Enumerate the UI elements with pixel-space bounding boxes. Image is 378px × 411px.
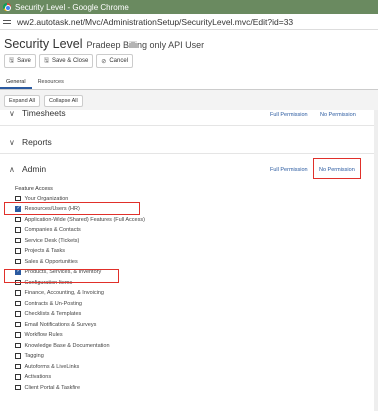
feature-label: Autoforms & LiveLinks <box>24 363 80 370</box>
feature-checkbox[interactable] <box>15 237 21 244</box>
feature-label: Your Organization <box>24 195 69 202</box>
feature-row[interactable]: Projects & Tasks <box>15 247 65 256</box>
feature-label: Knowledge Base & Documentation <box>24 342 110 349</box>
cancel-button[interactable]: ⊘ Cancel <box>96 54 134 68</box>
feature-checkbox[interactable] <box>15 248 21 254</box>
feature-row[interactable]: Contracts & Un-Posting <box>15 299 82 308</box>
chevron-down-icon[interactable]: ∨ <box>9 138 15 147</box>
feature-checkbox[interactable] <box>15 216 21 223</box>
feature-label: Activations <box>24 374 52 380</box>
window-titlebar: Security Level - Google Chrome <box>0 0 378 14</box>
page-title-text: Security Level <box>4 37 83 51</box>
address-bar[interactable]: ww2.autotask.net/Mvc/AdministrationSetup… <box>0 14 378 30</box>
highlight-box <box>4 269 119 283</box>
feature-label: Email Notifications & Surveys <box>24 321 97 328</box>
feature-row[interactable]: Application-Wide (Shared) Features (Full… <box>15 215 145 224</box>
highlight-box <box>4 202 140 215</box>
page-title: Security Level Pradeep Billing only API U… <box>4 37 204 51</box>
feature-checkbox[interactable] <box>15 363 21 370</box>
feature-row[interactable]: Client Portal & Taskfire <box>15 383 80 392</box>
save-icon: 🖫 <box>43 58 49 64</box>
feature-label: Checklists & Templates <box>24 311 82 317</box>
chevron-up-icon[interactable]: ∧ <box>9 165 15 174</box>
section-reports[interactable]: ∨ Reports <box>0 134 378 154</box>
feature-label: Sales & Opportunities <box>24 258 78 265</box>
feature-checkbox[interactable] <box>15 300 21 307</box>
feature-label: Tagging <box>24 353 44 359</box>
page-header: Security Level Pradeep Billing only API U… <box>0 30 378 76</box>
feature-row[interactable]: Checklists & Templates <box>15 310 81 319</box>
feature-label: Companies & Contacts <box>24 227 81 233</box>
url-text[interactable]: ww2.autotask.net/Mvc/AdministrationSetup… <box>17 17 293 27</box>
section-timesheets[interactable]: ∨ Timesheets Full Permission No Permissi… <box>0 106 378 126</box>
feature-checkbox[interactable] <box>15 332 21 338</box>
toolbar: 🖫 Save 🖫 Save & Close ⊘ Cancel <box>4 54 134 68</box>
feature-label: Application-Wide (Shared) Features (Full… <box>24 216 145 223</box>
tab-general[interactable]: General <box>0 76 32 89</box>
feature-row[interactable]: Knowledge Base & Documentation <box>15 341 110 350</box>
feature-row[interactable]: Tagging <box>15 352 44 361</box>
highlight-box <box>313 158 361 179</box>
save-icon: 🖫 <box>9 58 15 64</box>
feature-label: Contracts & Un-Posting <box>24 300 82 307</box>
chrome-icon <box>3 3 11 11</box>
feature-row[interactable]: Sales & Opportunities <box>15 257 78 266</box>
feature-checkbox[interactable] <box>15 258 21 265</box>
feature-row[interactable]: Companies & Contacts <box>15 226 81 235</box>
full-permission-link[interactable]: Full Permission <box>270 167 308 173</box>
tab-resources[interactable]: Resources <box>32 76 70 89</box>
cancel-icon: ⊘ <box>101 58 107 65</box>
chevron-down-icon[interactable]: ∨ <box>9 109 15 118</box>
feature-checkbox[interactable] <box>15 195 21 202</box>
tab-bar: General Resources <box>0 76 378 90</box>
feature-checkbox[interactable] <box>15 311 21 317</box>
page-subtitle: Pradeep Billing only API User <box>86 40 205 50</box>
no-permission-link[interactable]: No Permission <box>320 112 356 118</box>
section-title: Reports <box>22 137 52 147</box>
save-button[interactable]: 🖫 Save <box>4 54 36 68</box>
scrollbar[interactable] <box>374 110 378 411</box>
feature-label: Workflow Rules <box>24 332 63 338</box>
save-close-button[interactable]: 🖫 Save & Close <box>38 54 94 68</box>
feature-row[interactable]: Email Notifications & Surveys <box>15 320 96 329</box>
feature-label: Service Desk (Tickets) <box>24 237 80 244</box>
feature-label: Projects & Tasks <box>24 248 66 254</box>
feature-row[interactable]: Workflow Rules <box>15 331 63 340</box>
full-permission-link[interactable]: Full Permission <box>270 112 308 118</box>
feature-access-label: Feature Access <box>15 186 53 192</box>
feature-row[interactable]: Activations <box>15 373 51 382</box>
feature-checkbox[interactable] <box>15 353 21 359</box>
feature-label: Finance, Accounting, & Invoicing <box>24 290 105 296</box>
window-title: Security Level - Google Chrome <box>15 2 129 12</box>
feature-checkbox[interactable] <box>15 374 21 380</box>
feature-checkbox[interactable] <box>15 227 21 233</box>
feature-row[interactable]: Autoforms & LiveLinks <box>15 362 79 371</box>
feature-checkbox[interactable] <box>15 321 21 328</box>
section-title: Timesheets <box>22 108 66 118</box>
feature-checkbox[interactable] <box>15 290 21 296</box>
site-settings-icon[interactable] <box>3 18 11 26</box>
feature-checkbox[interactable] <box>15 342 21 349</box>
feature-row[interactable]: Service Desk (Tickets) <box>15 236 79 245</box>
feature-label: Client Portal & Taskfire <box>24 384 81 391</box>
feature-row[interactable]: Finance, Accounting, & Invoicing <box>15 289 104 298</box>
feature-checkbox[interactable] <box>15 384 21 391</box>
section-title: Admin <box>22 164 47 174</box>
